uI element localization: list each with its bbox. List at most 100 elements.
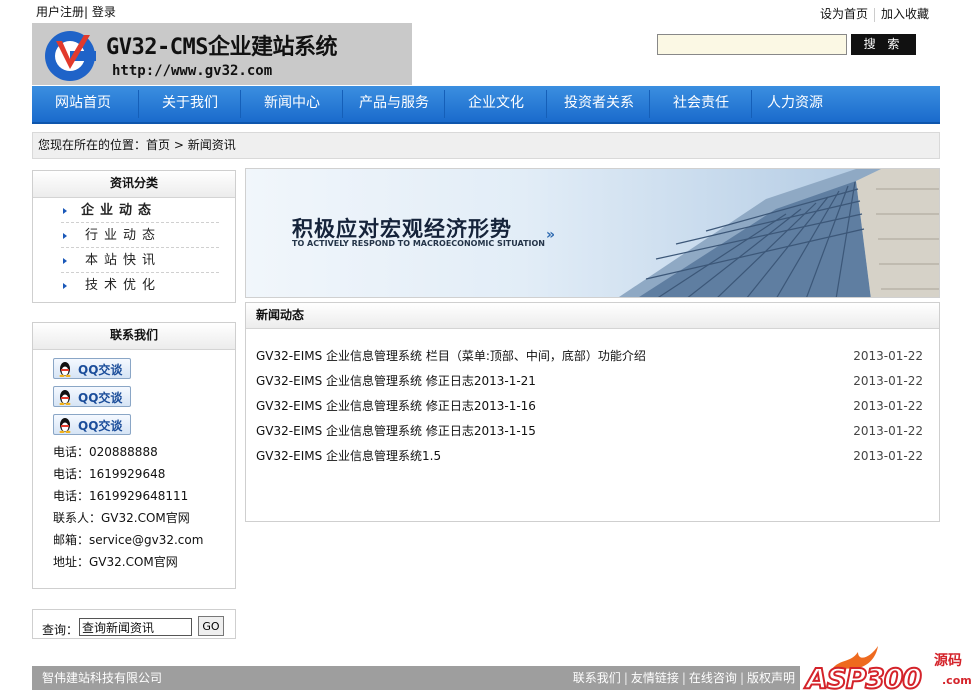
qq-chat-button[interactable]: QQ交谈 bbox=[53, 358, 131, 379]
breadcrumb-home[interactable]: 首页 bbox=[146, 138, 170, 152]
breadcrumb-separator: > bbox=[170, 138, 188, 152]
asp300-watermark: ASP300 源码 .com bbox=[805, 644, 974, 696]
top-bar: 用户注册| 登录 设为首页 加入收藏 bbox=[0, 0, 978, 22]
category-item[interactable]: 技术优化 bbox=[61, 273, 219, 298]
footer-link-copyright[interactable]: 版权声明 bbox=[744, 671, 798, 685]
query-go-button[interactable]: GO bbox=[198, 616, 224, 636]
gv-logo-icon bbox=[45, 31, 96, 81]
nav-divider bbox=[751, 90, 752, 118]
news-item-title[interactable]: GV32-EIMS 企业信息管理系统 栏目（菜单:顶部、中间，底部）功能介绍 bbox=[256, 349, 646, 363]
qq-chat-button[interactable]: QQ交谈 bbox=[53, 386, 131, 407]
nav-item-products[interactable]: 产品与服务 bbox=[344, 86, 444, 122]
main-nav: 网站首页 关于我们 新闻中心 产品与服务 企业文化 投资者关系 社会责任 人力资… bbox=[32, 86, 940, 124]
breadcrumb: 您现在所在的位置：首页 > 新闻资讯 bbox=[32, 132, 940, 159]
arrow-right-icon bbox=[63, 258, 67, 264]
nav-divider bbox=[546, 90, 547, 118]
site-links: 设为首页 加入收藏 bbox=[816, 5, 933, 22]
nav-item-responsibility[interactable]: 社会责任 bbox=[651, 86, 751, 122]
arrow-right-icon bbox=[63, 208, 67, 214]
watermark-domain: .com bbox=[942, 674, 972, 687]
category-item[interactable]: 本站快讯 bbox=[61, 248, 219, 273]
breadcrumb-current: 新闻资讯 bbox=[187, 138, 236, 152]
footer-link-contact[interactable]: 联系我们 bbox=[570, 671, 624, 685]
contact-phone: 电话：1619929648111 bbox=[53, 489, 189, 503]
register-link[interactable]: 用户注册 bbox=[36, 5, 84, 19]
nav-item-hr[interactable]: 人力资源 bbox=[753, 86, 837, 122]
search-input[interactable] bbox=[657, 34, 847, 55]
query-input[interactable] bbox=[79, 618, 192, 636]
login-link[interactable]: 登录 bbox=[92, 5, 116, 19]
logo-title: GV32-CMS企业建站系统 bbox=[106, 35, 337, 60]
arrow-right-icon bbox=[63, 233, 67, 239]
category-panel: 资讯分类 企业动态 行业动态 本站快讯 技术优化 bbox=[32, 170, 236, 303]
category-label: 企业动态 bbox=[81, 203, 158, 218]
news-item-date: 2013-01-22 bbox=[853, 424, 923, 438]
nav-item-news[interactable]: 新闻中心 bbox=[242, 86, 342, 122]
search-button[interactable]: 搜 索 bbox=[851, 34, 916, 55]
nav-divider bbox=[240, 90, 241, 118]
qq-chat-button[interactable]: QQ交谈 bbox=[53, 414, 131, 435]
nav-item-culture[interactable]: 企业文化 bbox=[446, 86, 546, 122]
building-image bbox=[619, 169, 939, 297]
footer: 智伟建站科技有限公司 联系我们 | 友情链接 | 在线咨询 | 版权声明 bbox=[32, 666, 800, 690]
news-item-date: 2013-01-22 bbox=[853, 374, 923, 388]
qq-chat-label: QQ交谈 bbox=[78, 391, 123, 405]
contact-phone: 电话：020888888 bbox=[53, 445, 158, 459]
news-item-date: 2013-01-22 bbox=[853, 449, 923, 463]
site-logo[interactable]: GV32-CMS企业建站系统 http://www.gv32.com bbox=[32, 23, 412, 85]
news-item-title[interactable]: GV32-EIMS 企业信息管理系统1.5 bbox=[256, 449, 441, 463]
category-label: 技术优化 bbox=[85, 278, 162, 293]
add-favorite-link[interactable]: 加入收藏 bbox=[877, 7, 933, 21]
qq-penguin-icon bbox=[59, 418, 71, 433]
news-panel: 新闻动态 GV32-EIMS 企业信息管理系统 栏目（菜单:顶部、中间，底部）功… bbox=[245, 302, 940, 522]
contact-person: 联系人：GV32.COM官网 bbox=[53, 511, 190, 525]
set-home-link[interactable]: 设为首页 bbox=[816, 7, 872, 21]
nav-divider bbox=[444, 90, 445, 118]
news-item-date: 2013-01-22 bbox=[853, 399, 923, 413]
banner-subtitle: TO ACTIVELY RESPOND TO MACROECONOMIC SIT… bbox=[292, 239, 545, 248]
news-item-title[interactable]: GV32-EIMS 企业信息管理系统 修正日志2013-1-16 bbox=[256, 399, 536, 413]
nav-item-about[interactable]: 关于我们 bbox=[140, 86, 240, 122]
news-title: 新闻动态 bbox=[246, 303, 939, 329]
footer-link-friends[interactable]: 友情链接 bbox=[628, 671, 682, 685]
footer-links: 联系我们 | 友情链接 | 在线咨询 | 版权声明 bbox=[570, 666, 798, 690]
news-query-panel: 查询： GO bbox=[32, 609, 236, 639]
footer-company: 智伟建站科技有限公司 bbox=[42, 671, 163, 685]
news-item-title[interactable]: GV32-EIMS 企业信息管理系统 修正日志2013-1-21 bbox=[256, 374, 536, 388]
user-links: 用户注册| 登录 bbox=[36, 5, 116, 19]
footer-link-consult[interactable]: 在线咨询 bbox=[686, 671, 740, 685]
query-label: 查询： bbox=[42, 623, 79, 637]
news-item: GV32-EIMS 企业信息管理系统 修正日志2013-1-21 2013-01-… bbox=[246, 369, 939, 394]
news-item-date: 2013-01-22 bbox=[853, 349, 923, 363]
category-item[interactable]: 行业动态 bbox=[61, 223, 219, 248]
contact-info: 电话：020888888 电话：1619929648 电话：1619929648… bbox=[53, 441, 235, 573]
category-item[interactable]: 企业动态 bbox=[61, 198, 219, 223]
arrow-right-icon bbox=[63, 283, 67, 289]
banner: 积极应对宏观经济形势 TO ACTIVELY RESPOND TO MACROE… bbox=[245, 168, 940, 298]
qq-penguin-icon bbox=[59, 362, 71, 377]
news-item-title[interactable]: GV32-EIMS 企业信息管理系统 修正日志2013-1-15 bbox=[256, 424, 536, 438]
contact-panel: 联系我们 QQ交谈 QQ交谈 QQ交谈 电话：020888888 电话：1619… bbox=[32, 322, 236, 589]
news-list: GV32-EIMS 企业信息管理系统 栏目（菜单:顶部、中间，底部）功能介绍 20… bbox=[246, 344, 939, 469]
qq-chat-label: QQ交谈 bbox=[78, 419, 123, 433]
contact-email: 邮箱：service@gv32.com bbox=[53, 533, 204, 547]
news-item: GV32-EIMS 企业信息管理系统 修正日志2013-1-15 2013-01-… bbox=[246, 419, 939, 444]
nav-item-home[interactable]: 网站首页 bbox=[32, 86, 134, 122]
qq-chat-label: QQ交谈 bbox=[78, 363, 123, 377]
nav-divider bbox=[649, 90, 650, 118]
qq-penguin-icon bbox=[59, 390, 71, 405]
category-title: 资讯分类 bbox=[33, 171, 235, 198]
logo-url: http://www.gv32.com bbox=[112, 63, 273, 79]
category-list: 企业动态 行业动态 本站快讯 技术优化 bbox=[33, 198, 235, 298]
watermark-brand: ASP300 bbox=[805, 661, 923, 696]
watermark-cn: 源码 bbox=[934, 653, 962, 669]
category-label: 本站快讯 bbox=[85, 253, 162, 268]
contact-address: 地址：GV32.COM官网 bbox=[53, 555, 178, 569]
news-item: GV32-EIMS 企业信息管理系统 栏目（菜单:顶部、中间，底部）功能介绍 20… bbox=[246, 344, 939, 369]
category-label: 行业动态 bbox=[85, 228, 162, 243]
nav-item-investor[interactable]: 投资者关系 bbox=[548, 86, 650, 122]
divider bbox=[874, 7, 876, 22]
breadcrumb-prefix: 您现在所在的位置： bbox=[38, 138, 147, 152]
double-chevron-icon: » bbox=[546, 227, 556, 243]
contact-phone: 电话：1619929648 bbox=[53, 467, 166, 481]
